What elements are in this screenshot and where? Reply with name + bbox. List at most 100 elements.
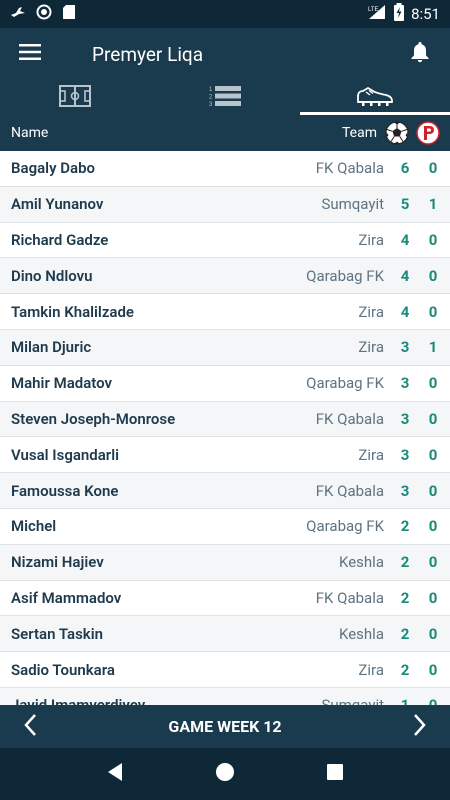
- table-row[interactable]: Javid ImamverdiyevSumqayit 10: [0, 687, 450, 705]
- soccer-ball-icon: [385, 121, 409, 145]
- table-row[interactable]: Sertan Taskin Keshla 2 0: [0, 616, 450, 653]
- column-team-label: Team: [342, 125, 377, 141]
- game-week-bar: GAME WEEK 12: [0, 705, 450, 748]
- goals-count: 3: [400, 338, 410, 357]
- player-team: Keshla: [339, 624, 384, 643]
- app-notification-icon: [10, 4, 26, 24]
- player-team: Zira: [358, 660, 384, 679]
- penalties-count: 0: [428, 302, 438, 321]
- player-team: Sumqayit: [321, 195, 384, 214]
- player-team: Zira: [358, 302, 384, 321]
- penalties-count: 0: [428, 409, 438, 428]
- lte-signal-icon: LTE: [367, 4, 387, 24]
- table-row[interactable]: Asif Mammadov FK Qabala 2 0: [0, 580, 450, 617]
- home-button[interactable]: [205, 754, 245, 794]
- penalties-count: 0: [428, 660, 438, 679]
- pitch-icon: [59, 84, 91, 111]
- goals-count: 3: [400, 445, 410, 464]
- goals-count: 2: [400, 588, 410, 607]
- menu-button[interactable]: [0, 28, 60, 80]
- app-bar: Premyer Liqa: [0, 28, 450, 80]
- goals-count: 2: [400, 517, 410, 536]
- goals-count: 3: [400, 409, 410, 428]
- home-circle-icon: [215, 762, 235, 786]
- penalties-count: 0: [428, 266, 438, 285]
- table-row[interactable]: Bagaly Dabo FK Qabala 6 0: [0, 151, 450, 187]
- goals-count: 2: [400, 660, 410, 679]
- player-name: Steven Joseph-Monrose: [11, 409, 176, 428]
- svg-text:1: 1: [209, 87, 213, 93]
- svg-text:LTE: LTE: [368, 7, 379, 13]
- sd-card-icon: [62, 4, 76, 24]
- battery-icon: [393, 3, 405, 25]
- notifications-button[interactable]: [390, 28, 450, 80]
- tab-pitch[interactable]: [0, 80, 150, 115]
- player-name: Javid Imamverdiyev: [0, 696, 321, 705]
- hamburger-menu-icon: [19, 44, 41, 64]
- penalties-count: 0: [428, 230, 438, 249]
- tab-top-scorers[interactable]: [300, 80, 450, 115]
- chevron-right-icon: [413, 713, 427, 741]
- player-team: Qarabag FK: [306, 374, 384, 393]
- tab-standings[interactable]: 12 3: [150, 80, 300, 115]
- table-row[interactable]: Famoussa Kone FK Qabala 3 0: [0, 473, 450, 509]
- player-name: Sadio Tounkara: [11, 660, 115, 679]
- player-name: Amil Yunanov: [11, 195, 104, 214]
- table-row[interactable]: Vusal Isgandarli Zira 3 0: [0, 437, 450, 474]
- penalties-count: 0: [428, 553, 438, 572]
- penalties-count: 0: [428, 517, 438, 536]
- record-icon: [36, 4, 52, 24]
- table-row[interactable]: Steven Joseph-Monrose FK Qabala 3 0: [0, 401, 450, 438]
- player-name: Milan Djuric: [11, 338, 92, 357]
- table-row[interactable]: Amil Yunanov Sumqayit 5 1: [0, 186, 450, 223]
- penalties-count: 1: [428, 338, 438, 357]
- next-week-button[interactable]: [390, 705, 450, 748]
- penalties-count: 0: [428, 588, 438, 607]
- player-team: FK Qabala: [315, 481, 384, 500]
- table-row[interactable]: Tamkin Khalilzade Zira 4 0: [0, 294, 450, 330]
- table-row[interactable]: Richard Gadze Zira 4 0: [0, 222, 450, 259]
- table-row[interactable]: Michel Qarabag FK 2 0: [0, 508, 450, 545]
- player-name: Mahir Madatov: [11, 374, 113, 393]
- standings-list-icon: 12 3: [209, 85, 241, 111]
- goals-count: 3: [400, 374, 410, 393]
- previous-week-button[interactable]: [0, 705, 60, 748]
- goals-count: 4: [400, 302, 410, 321]
- penalties-count: 1: [428, 195, 438, 214]
- goals-count: 2: [400, 553, 410, 572]
- table-row[interactable]: Milan Djuric Zira 3 1: [0, 329, 450, 366]
- goals-count: 6: [400, 159, 410, 178]
- chevron-left-icon: [23, 713, 37, 741]
- player-name: Richard Gadze: [11, 230, 109, 249]
- table-row[interactable]: Nizami Hajiev Keshla 2 0: [0, 544, 450, 581]
- player-name: Dino Ndlovu: [11, 266, 93, 285]
- player-name: Vusal Isgandarli: [11, 445, 119, 464]
- recents-button[interactable]: [315, 754, 355, 794]
- back-button[interactable]: [95, 754, 135, 794]
- player-team: Zira: [358, 338, 384, 357]
- table-row[interactable]: Dino Ndlovu Qarabag FK 4 0: [0, 258, 450, 295]
- player-team: Zira: [358, 445, 384, 464]
- player-name: Asif Mammadov: [11, 588, 122, 607]
- svg-text:2: 2: [209, 94, 213, 100]
- bell-icon: [410, 41, 430, 67]
- penalties-count: 0: [428, 481, 438, 500]
- penalties-count: 0: [428, 624, 438, 643]
- player-name: Michel: [11, 517, 57, 536]
- player-team: FK Qabala: [315, 159, 384, 178]
- clock-time: 8:51: [411, 5, 440, 23]
- table-row[interactable]: Mahir Madatov Qarabag FK 3 0: [0, 365, 450, 402]
- penalties-count: 0: [416, 696, 450, 705]
- football-boot-icon: [356, 85, 394, 111]
- player-team: Sumqayit: [321, 696, 384, 705]
- player-name: Sertan Taskin: [11, 624, 103, 643]
- table-row[interactable]: Sadio Tounkara Zira 2 0: [0, 652, 450, 688]
- page-title: Premyer Liqa: [92, 42, 204, 66]
- player-name: Bagaly Dabo: [11, 159, 95, 178]
- recents-square-icon: [326, 763, 344, 785]
- player-team: FK Qabala: [315, 409, 384, 428]
- tab-bar: 12 3: [0, 80, 450, 115]
- scorers-list[interactable]: Bagaly Dabo FK Qabala 6 0 Amil Yunanov Sumqay…: [0, 151, 450, 705]
- column-header: Name Team: [0, 115, 450, 151]
- goals-count: 4: [400, 230, 410, 249]
